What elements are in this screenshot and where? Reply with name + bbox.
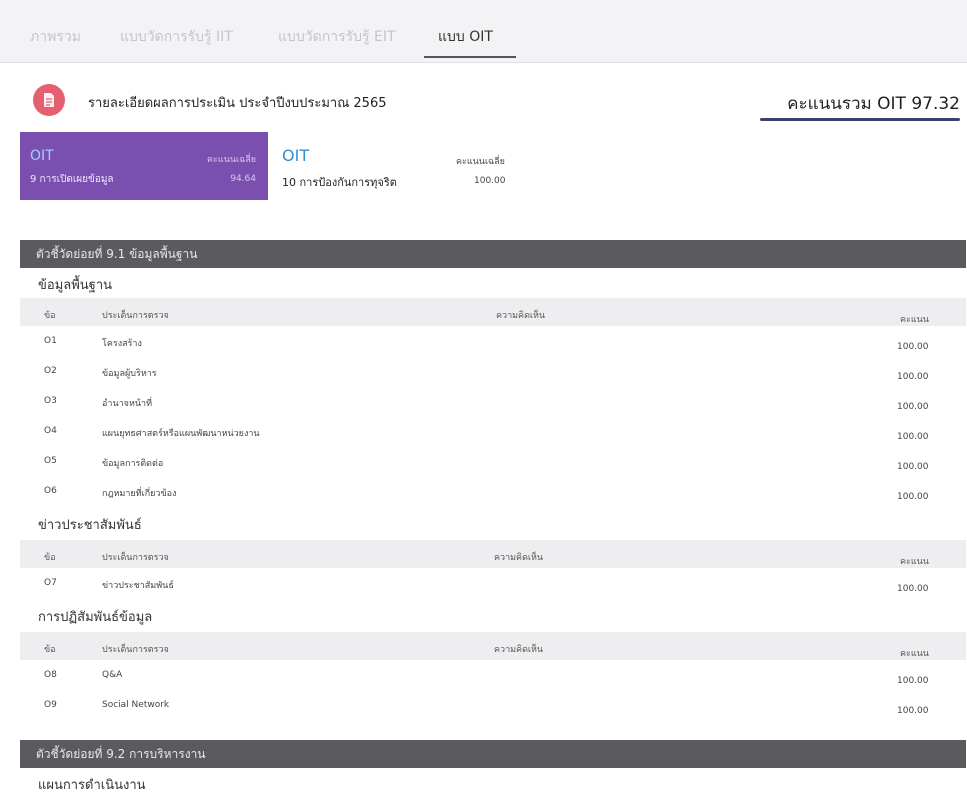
- row-item: โครงสร้าง: [102, 339, 142, 349]
- card-category: OIT: [30, 148, 54, 164]
- card-avg-label: คะแนนเฉลี่ย: [456, 157, 505, 167]
- document-icon: [33, 84, 65, 116]
- col-no: ข้อ: [44, 645, 56, 655]
- tab-overview[interactable]: ภาพรวม: [30, 26, 81, 48]
- row-score: 100.00: [897, 342, 929, 352]
- row-score: 100.00: [897, 462, 929, 472]
- table-row: O5 ข้อมูลการติดต่อ 100.00: [20, 448, 966, 478]
- table-row: O4 แผนยุทธศาสตร์หรือแผนพัฒนาหน่วยงาน 100…: [20, 418, 966, 448]
- row-item: Q&A: [102, 670, 123, 680]
- card-oit-9[interactable]: OIT คะแนนเฉลี่ย 9 การเปิดเผยข้อมูล 94.64: [20, 132, 268, 200]
- row-item: ข้อมูลผู้บริหาร: [102, 369, 157, 379]
- row-item: Social Network: [102, 700, 170, 710]
- card-score: 100.00: [474, 176, 506, 186]
- col-no: ข้อ: [44, 311, 56, 321]
- total-score: คะแนนรวม OIT 97.32: [787, 94, 960, 114]
- section-header-9-2: ตัวชี้วัดย่อยที่ 9.2 การบริหารงาน: [20, 740, 966, 768]
- row-score: 100.00: [897, 372, 929, 382]
- row-no: O5: [44, 456, 57, 466]
- total-score-underline: [760, 118, 960, 121]
- table-row: O6 กฎหมายที่เกี่ยวข้อง 100.00: [20, 478, 966, 508]
- card-score: 94.64: [230, 174, 256, 184]
- row-no: O4: [44, 426, 57, 436]
- report-title: รายละเอียดผลการประเมิน ประจำปีงบประมาณ 2…: [88, 96, 387, 111]
- col-comment: ความคิดเห็น: [494, 645, 544, 655]
- table-column-header: ข้อ ประเด็นการตรวจ ความคิดเห็น คะแนน: [20, 298, 966, 326]
- table-row: O7 ข่าวประชาสัมพันธ์ 100.00: [20, 570, 966, 600]
- row-score: 100.00: [897, 492, 929, 502]
- row-score: 100.00: [897, 706, 929, 716]
- tab-bar: ภาพรวม แบบวัดการรับรู้ IIT แบบวัดการรับร…: [0, 0, 967, 63]
- table-row: O1 โครงสร้าง 100.00: [20, 328, 966, 358]
- card-category: OIT: [282, 146, 310, 165]
- col-item: ประเด็นการตรวจ: [102, 311, 169, 321]
- col-comment: ความคิดเห็น: [496, 311, 546, 321]
- row-score: 100.00: [897, 676, 929, 686]
- tab-iit[interactable]: แบบวัดการรับรู้ IIT: [120, 26, 233, 48]
- card-avg-label: คะแนนเฉลี่ย: [207, 155, 256, 165]
- row-item: กฎหมายที่เกี่ยวข้อง: [102, 489, 177, 499]
- row-no: O8: [44, 670, 57, 680]
- col-item: ประเด็นการตรวจ: [102, 553, 169, 563]
- col-score: คะแนน: [900, 649, 929, 659]
- col-score: คะแนน: [900, 557, 929, 567]
- table-row: O3 อำนาจหน้าที่ 100.00: [20, 388, 966, 418]
- tab-eit[interactable]: แบบวัดการรับรู้ EIT: [278, 26, 396, 48]
- col-score: คะแนน: [900, 315, 929, 325]
- table-column-header: ข้อ ประเด็นการตรวจ ความคิดเห็น คะแนน: [20, 540, 966, 568]
- table-row: O2 ข้อมูลผู้บริหาร 100.00: [20, 358, 966, 388]
- table-row: O9 Social Network 100.00: [20, 692, 966, 722]
- col-comment: ความคิดเห็น: [494, 553, 544, 563]
- row-no: O1: [44, 336, 57, 346]
- section-header-9-1: ตัวชี้วัดย่อยที่ 9.1 ข้อมูลพื้นฐาน: [20, 240, 966, 268]
- group-title: การปฏิสัมพันธ์ข้อมูล: [38, 610, 153, 625]
- group-title: ข่าวประชาสัมพันธ์: [38, 518, 142, 533]
- row-score: 100.00: [897, 432, 929, 442]
- col-no: ข้อ: [44, 553, 56, 563]
- card-name: 9 การเปิดเผยข้อมูล: [30, 174, 114, 185]
- row-item: ข่าวประชาสัมพันธ์: [102, 581, 174, 591]
- row-score: 100.00: [897, 584, 929, 594]
- col-item: ประเด็นการตรวจ: [102, 645, 169, 655]
- row-item: อำนาจหน้าที่: [102, 399, 153, 409]
- row-no: O3: [44, 396, 57, 406]
- row-no: O6: [44, 486, 57, 496]
- row-no: O7: [44, 578, 57, 588]
- row-score: 100.00: [897, 402, 929, 412]
- group-title: ข้อมูลพื้นฐาน: [38, 278, 113, 293]
- group-title: แผนการดำเนินงาน: [38, 778, 146, 793]
- table-column-header: ข้อ ประเด็นการตรวจ ความคิดเห็น คะแนน: [20, 632, 966, 660]
- tab-oit[interactable]: แบบ OIT: [438, 26, 493, 48]
- row-item: ข้อมูลการติดต่อ: [102, 459, 164, 469]
- card-name: 10 การป้องกันการทุจริต: [282, 176, 397, 189]
- row-item: แผนยุทธศาสตร์หรือแผนพัฒนาหน่วยงาน: [102, 429, 260, 439]
- row-no: O9: [44, 700, 57, 710]
- row-no: O2: [44, 366, 57, 376]
- active-tab-indicator: [424, 56, 516, 58]
- table-row: O8 Q&A 100.00: [20, 662, 966, 692]
- card-oit-10[interactable]: OIT คะแนนเฉลี่ย 10 การป้องกันการทุจริต 1…: [276, 140, 536, 200]
